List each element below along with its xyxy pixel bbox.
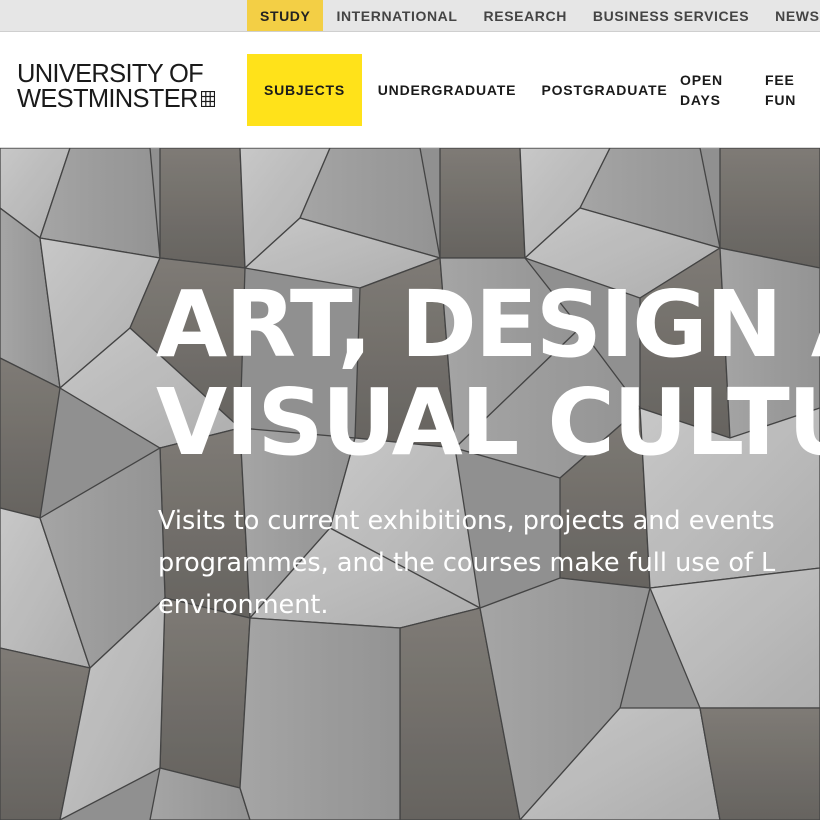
hero-banner: ART, DESIGN A VISUAL CULTU Visits to cur…: [0, 148, 820, 820]
nav-fees-line1: FEE: [765, 72, 795, 88]
nav-open-days-line2: DAYS: [680, 92, 721, 108]
building-grid-icon: [200, 87, 215, 112]
utility-bar: STUDY INTERNATIONAL RESEARCH BUSINESS SE…: [0, 0, 820, 32]
hero-title-line-2: VISUAL CULTU: [156, 369, 820, 472]
logo-line-2: WESTMINSTER: [17, 85, 198, 113]
main-header: UNIVERSITY OF WESTMINSTER SUBJECTS UNDER…: [0, 32, 820, 148]
nav-subjects[interactable]: SUBJECTS: [247, 54, 362, 126]
hero-description-line-3: environment.: [158, 590, 329, 620]
nav-open-days-line1: OPEN: [680, 72, 723, 88]
utility-link-study[interactable]: STUDY: [247, 0, 324, 31]
utility-link-business-services[interactable]: BUSINESS SERVICES: [580, 0, 762, 31]
hero-description-line-1: Visits to current exhibitions, projects …: [158, 506, 775, 536]
university-logo[interactable]: UNIVERSITY OF WESTMINSTER: [17, 60, 232, 118]
nav-fees-funding[interactable]: FEE FUN: [760, 54, 820, 126]
nav-undergraduate[interactable]: UNDERGRADUATE: [362, 54, 532, 126]
nav-open-days[interactable]: OPEN DAYS: [677, 54, 760, 126]
hero-description: Visits to current exhibitions, projects …: [158, 500, 820, 626]
logo-line-1: UNIVERSITY OF: [17, 60, 204, 88]
utility-link-research[interactable]: RESEARCH: [471, 0, 580, 31]
nav-postgraduate[interactable]: POSTGRADUATE: [532, 54, 677, 126]
main-nav: SUBJECTS UNDERGRADUATE POSTGRADUATE OPEN…: [247, 54, 820, 126]
hero-title-line-1: ART, DESIGN A: [156, 276, 820, 378]
hero-title: ART, DESIGN A VISUAL CULTU: [156, 276, 820, 472]
utility-link-international[interactable]: INTERNATIONAL: [323, 0, 470, 31]
utility-nav: STUDY INTERNATIONAL RESEARCH BUSINESS SE…: [247, 0, 820, 31]
logo-line-2-wrapper: WESTMINSTER: [17, 85, 232, 113]
utility-link-news[interactable]: NEWS: [762, 0, 820, 31]
hero-background-image: [0, 148, 820, 820]
hero-description-line-2: programmes, and the courses make full us…: [158, 548, 776, 578]
nav-fees-line2: FUN: [765, 92, 797, 108]
